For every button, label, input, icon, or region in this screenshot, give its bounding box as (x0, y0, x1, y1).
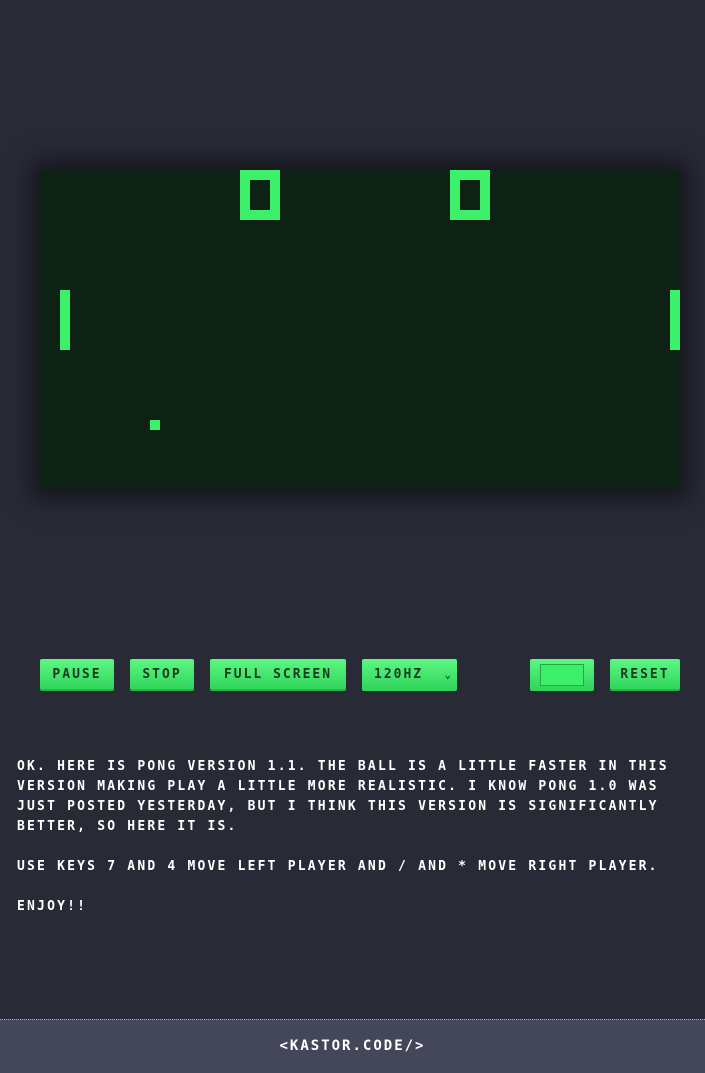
right-paddle (670, 290, 680, 350)
description-paragraph: Use keys 7 and 4 move left player and / … (17, 859, 659, 874)
description-paragraph: Enjoy!! (17, 899, 88, 914)
score-left (240, 170, 280, 220)
footer: <kastor.code/> (0, 1019, 705, 1073)
score-right (450, 170, 490, 220)
color-picker[interactable] (530, 659, 594, 691)
left-paddle (60, 290, 70, 350)
description-paragraph: Ok. Here is Pong version 1.1. The ball i… (17, 759, 669, 834)
color-swatch (540, 664, 584, 686)
reset-button[interactable]: Reset (610, 659, 680, 691)
game-canvas[interactable] (40, 170, 680, 490)
stop-button[interactable]: Stop (130, 659, 194, 691)
full-screen-button[interactable]: Full Screen (210, 659, 346, 691)
refresh-rate-value: 120Hz (374, 667, 424, 682)
footer-link[interactable]: <kastor.code/> (279, 1038, 425, 1054)
pause-button[interactable]: Pause (40, 659, 114, 691)
description: Ok. Here is Pong version 1.1. The ball i… (17, 757, 692, 937)
ball (150, 420, 160, 430)
refresh-rate-select[interactable]: 120Hz ⌄ (362, 659, 457, 691)
controls-bar: Pause Stop Full Screen 120Hz ⌄ Reset (0, 659, 705, 691)
page: Pause Stop Full Screen 120Hz ⌄ Reset Ok.… (0, 0, 705, 1073)
chevron-down-icon: ⌄ (444, 668, 451, 681)
